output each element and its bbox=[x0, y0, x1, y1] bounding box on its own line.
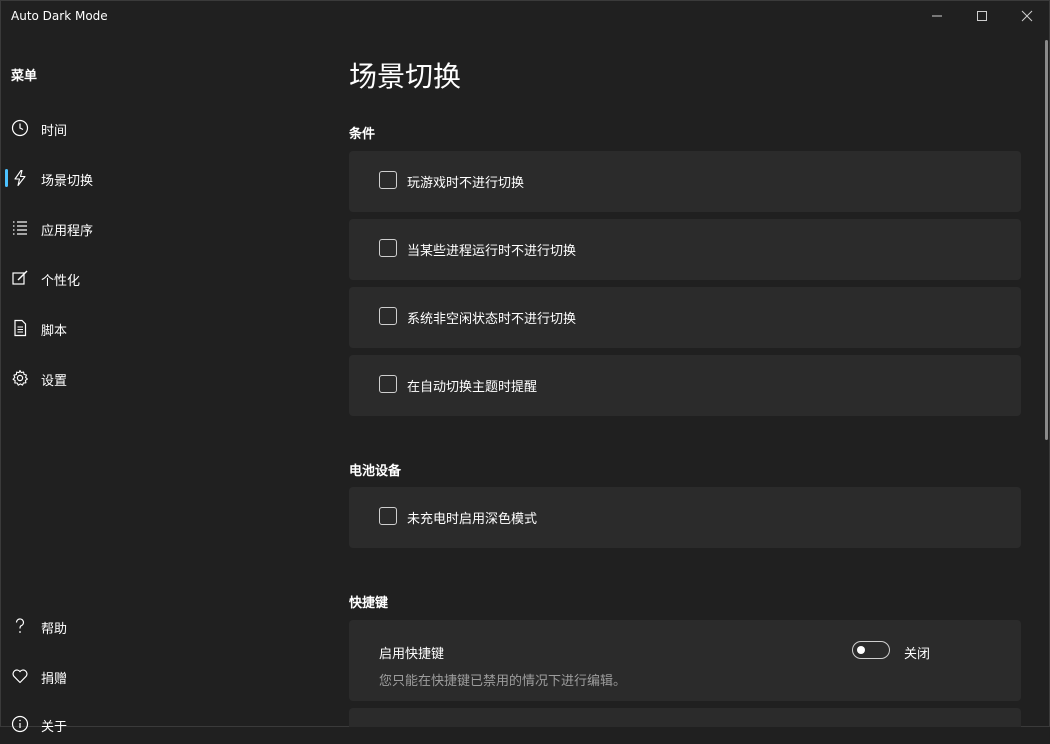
sidebar-item-label: 脚本 bbox=[41, 324, 68, 339]
close-icon bbox=[1021, 10, 1033, 22]
question-icon bbox=[15, 618, 25, 633]
app-title: Auto Dark Mode bbox=[11, 9, 108, 23]
sidebar-item-about[interactable]: 关于 bbox=[0, 704, 300, 744]
sidebar-item-time[interactable]: 时间 bbox=[0, 108, 300, 148]
scrollbar[interactable] bbox=[1045, 40, 1048, 440]
sidebar-item-apps[interactable]: 应用程序 bbox=[0, 208, 300, 248]
option-card[interactable]: 当某些进程运行时不进行切换 bbox=[349, 219, 1021, 280]
toggle-knob bbox=[857, 646, 865, 654]
sidebar-item-settings[interactable]: 设置 bbox=[0, 358, 300, 398]
option-card[interactable]: 在自动切换主题时提醒 bbox=[349, 355, 1021, 416]
checkbox[interactable] bbox=[379, 375, 397, 393]
option-label: 当某些进程运行时不进行切换 bbox=[407, 244, 577, 259]
page-title: 场景切换 bbox=[349, 60, 462, 93]
section-title-conditions: 条件 bbox=[349, 127, 376, 142]
heart-icon bbox=[12, 669, 28, 684]
option-card[interactable]: 系统非空闲状态时不进行切换 bbox=[349, 287, 1021, 348]
checkbox[interactable] bbox=[379, 307, 397, 325]
sidebar-item-help[interactable]: 帮助 bbox=[0, 606, 300, 646]
hotkey-description: 您只能在快捷键已禁用的情况下进行编辑。 bbox=[379, 674, 627, 689]
sidebar-item-label: 时间 bbox=[41, 124, 68, 139]
sidebar-item-label: 捐赠 bbox=[41, 672, 68, 687]
title-bar[interactable]: Auto Dark Mode bbox=[0, 0, 1050, 32]
close-button[interactable] bbox=[1004, 0, 1050, 32]
selection-indicator bbox=[5, 169, 8, 187]
hotkey-enable-label: 启用快捷键 bbox=[379, 647, 445, 662]
hotkey-card: 启用快捷键 您只能在快捷键已禁用的情况下进行编辑。 关闭 bbox=[349, 620, 1021, 701]
edit-icon bbox=[12, 270, 28, 285]
hotkey-toggle[interactable] bbox=[852, 641, 890, 659]
maximize-button[interactable] bbox=[959, 0, 1005, 32]
minimize-icon bbox=[932, 15, 942, 17]
maximize-icon bbox=[977, 11, 987, 21]
checkbox[interactable] bbox=[379, 171, 397, 189]
sidebar-item-label: 帮助 bbox=[41, 622, 68, 637]
section-title-hotkeys: 快捷键 bbox=[349, 596, 389, 611]
info-icon bbox=[11, 715, 29, 733]
toggle-state-label: 关闭 bbox=[904, 647, 931, 662]
checkbox[interactable] bbox=[379, 239, 397, 257]
section-title-battery: 电池设备 bbox=[349, 464, 402, 479]
sidebar-item-label: 场景切换 bbox=[41, 174, 94, 189]
sidebar-item-label: 应用程序 bbox=[41, 224, 94, 239]
sidebar-item-personalize[interactable]: 个性化 bbox=[0, 258, 300, 298]
option-label: 系统非空闲状态时不进行切换 bbox=[407, 312, 577, 327]
option-card[interactable]: 玩游戏时不进行切换 bbox=[349, 151, 1021, 212]
sidebar-item-donate[interactable]: 捐赠 bbox=[0, 656, 300, 696]
sidebar-item-label: 个性化 bbox=[41, 274, 81, 289]
option-label: 未充电时启用深色模式 bbox=[407, 512, 538, 527]
option-label: 玩游戏时不进行切换 bbox=[407, 176, 525, 191]
sidebar-item-label: 关于 bbox=[41, 720, 68, 735]
sidebar-item-scene-switch[interactable]: 场景切换 bbox=[0, 158, 300, 198]
minimize-button[interactable] bbox=[914, 0, 960, 32]
lightning-icon bbox=[14, 169, 26, 187]
checkbox[interactable] bbox=[379, 507, 397, 525]
sidebar-item-scripts[interactable]: 脚本 bbox=[0, 308, 300, 348]
next-card[interactable] bbox=[349, 708, 1021, 727]
document-icon bbox=[14, 319, 27, 337]
clock-icon bbox=[11, 119, 29, 137]
option-label: 在自动切换主题时提醒 bbox=[407, 380, 538, 395]
menu-header: 菜单 bbox=[11, 69, 38, 84]
sidebar-item-label: 设置 bbox=[41, 374, 68, 389]
list-icon bbox=[13, 221, 27, 235]
gear-icon bbox=[12, 369, 28, 386]
option-card[interactable]: 未充电时启用深色模式 bbox=[349, 487, 1021, 548]
